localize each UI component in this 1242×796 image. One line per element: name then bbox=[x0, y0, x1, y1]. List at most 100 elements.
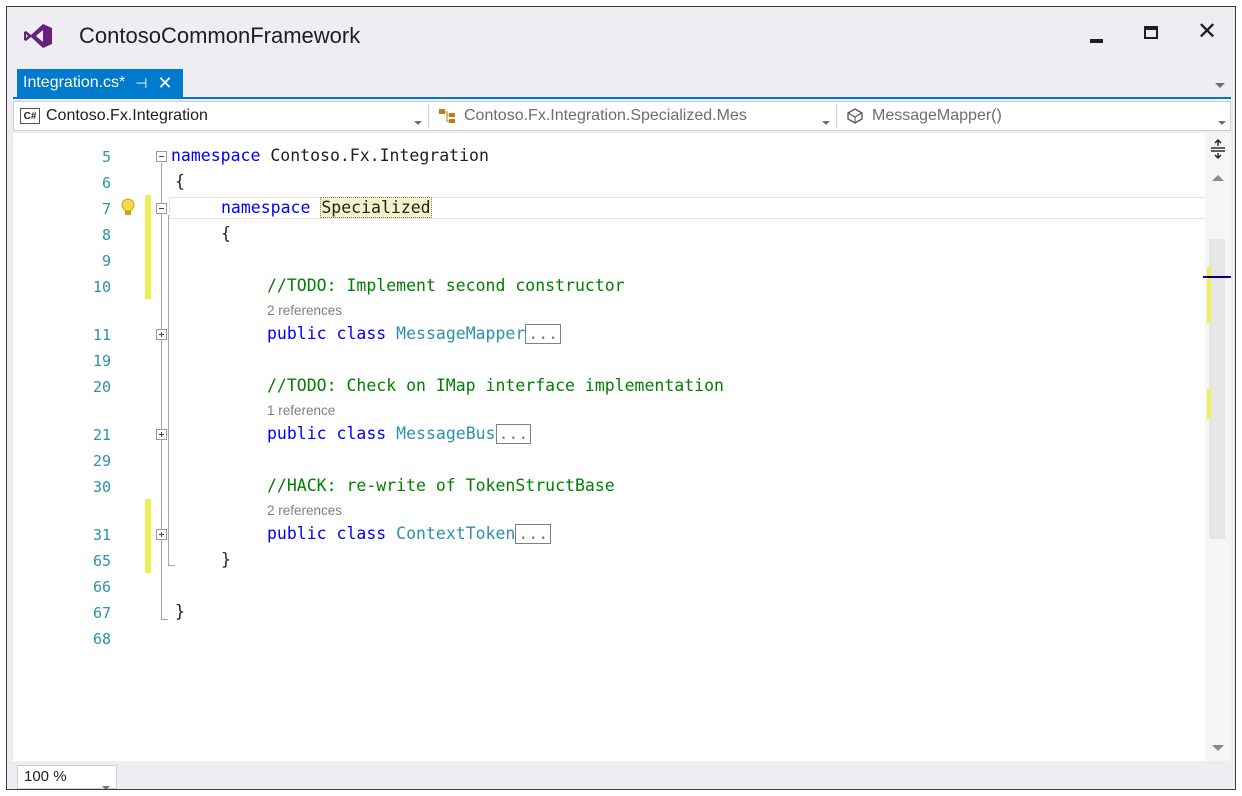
zoom-value: 100 % bbox=[24, 768, 67, 785]
code-keyword: namespace bbox=[171, 146, 261, 165]
code-line-6: { bbox=[175, 172, 185, 191]
fold-guide-end bbox=[161, 619, 168, 620]
code-line-67: } bbox=[175, 602, 185, 621]
line-number: 10 bbox=[92, 278, 111, 296]
nav-divider bbox=[428, 104, 429, 128]
visual-studio-logo-icon bbox=[24, 24, 52, 48]
line-number: 31 bbox=[92, 526, 111, 544]
split-window-icon[interactable] bbox=[1210, 139, 1226, 159]
ide-window: ContosoCommonFramework ✕ Integration.cs*… bbox=[6, 6, 1236, 790]
scrollbar-change-marker bbox=[1207, 389, 1211, 419]
code-line-7: namespace Specialized bbox=[221, 197, 432, 218]
tab-label: Integration.cs* bbox=[23, 74, 126, 91]
code-editor[interactable]: 5 6 7 8 9 10 11 19 20 21 29 30 31 65 66 … bbox=[13, 133, 1231, 761]
window-title: ContosoCommonFramework bbox=[79, 23, 361, 48]
change-marker bbox=[145, 499, 151, 573]
tab-integration-cs[interactable]: Integration.cs* ⊣ ✕ bbox=[17, 69, 183, 97]
collapsed-region[interactable]: ... bbox=[515, 524, 552, 544]
change-marker bbox=[145, 195, 151, 299]
line-number: 20 bbox=[92, 378, 111, 396]
tab-close-icon[interactable]: ✕ bbox=[157, 74, 172, 92]
scroll-up-icon[interactable] bbox=[1212, 175, 1224, 181]
expand-toggle[interactable] bbox=[156, 529, 167, 540]
line-number: 65 bbox=[92, 552, 111, 570]
project-label: Contoso.Fx.Integration bbox=[46, 107, 208, 124]
line-number: 29 bbox=[92, 452, 111, 470]
minimize-button[interactable] bbox=[1077, 17, 1117, 51]
maximize-icon bbox=[1144, 26, 1158, 39]
nav-divider bbox=[836, 104, 837, 128]
fold-guide-end bbox=[168, 565, 175, 566]
line-number: 9 bbox=[101, 252, 111, 270]
vertical-scrollbar[interactable] bbox=[1203, 133, 1231, 761]
tab-overflow-dropdown-icon[interactable] bbox=[1213, 77, 1227, 91]
scrollbar-thumb[interactable] bbox=[1209, 239, 1225, 539]
chevron-down-icon bbox=[1218, 112, 1226, 130]
close-button[interactable]: ✕ bbox=[1187, 17, 1227, 51]
navigation-bar: C# Contoso.Fx.Integration Contoso.Fx.Int… bbox=[13, 101, 1231, 131]
chevron-down-icon bbox=[414, 112, 422, 130]
line-number: 19 bbox=[92, 352, 111, 370]
method-icon bbox=[847, 108, 863, 124]
code-line-31: public class ContextToken... bbox=[267, 524, 552, 544]
maximize-button[interactable] bbox=[1131, 17, 1171, 51]
pin-icon[interactable]: ⊣ bbox=[135, 69, 147, 97]
code-identifier: Contoso.Fx.Integration bbox=[260, 146, 489, 165]
code-line-5: namespace Contoso.Fx.Integration bbox=[171, 146, 489, 165]
todo-comment: //TODO: Check on IMap interface implemen… bbox=[267, 376, 724, 395]
minimize-icon bbox=[1090, 39, 1103, 43]
todo-comment: //TODO: Implement second constructor bbox=[267, 276, 625, 295]
project-dropdown[interactable]: C# Contoso.Fx.Integration bbox=[14, 102, 426, 130]
member-label: MessageMapper() bbox=[872, 107, 1002, 124]
code-line-21: public class MessageBus... bbox=[267, 424, 532, 444]
code-line-11: public class MessageMapper... bbox=[267, 324, 562, 344]
code-keyword: public class bbox=[267, 324, 387, 343]
line-number: 30 bbox=[92, 478, 111, 496]
type-dropdown[interactable]: Contoso.Fx.Integration.Specialized.Mes bbox=[434, 102, 834, 130]
code-keyword: public class bbox=[267, 524, 387, 543]
hack-comment: //HACK: re-write of TokenStructBase bbox=[267, 476, 615, 495]
close-icon: ✕ bbox=[1196, 18, 1218, 45]
code-line-65: } bbox=[221, 550, 231, 569]
class-name: ContextToken bbox=[396, 524, 516, 543]
code-keyword: public class bbox=[267, 424, 387, 443]
line-number: 7 bbox=[101, 200, 111, 218]
scrollbar-caret-marker bbox=[1203, 276, 1231, 278]
csharp-project-icon: C# bbox=[20, 108, 40, 124]
lightbulb-icon[interactable] bbox=[119, 198, 137, 218]
chevron-down-icon bbox=[102, 775, 110, 789]
collapse-toggle[interactable] bbox=[156, 151, 167, 162]
line-number: 11 bbox=[92, 326, 111, 344]
collapse-toggle[interactable] bbox=[156, 203, 167, 214]
tab-underline bbox=[13, 97, 1231, 99]
zoom-dropdown[interactable]: 100 % bbox=[17, 765, 117, 789]
collapsed-region[interactable]: ... bbox=[495, 424, 532, 444]
line-number: 6 bbox=[101, 174, 111, 192]
line-number: 5 bbox=[101, 148, 111, 166]
expand-toggle[interactable] bbox=[156, 329, 167, 340]
line-number: 8 bbox=[101, 226, 111, 244]
code-lens-references[interactable]: 2 references bbox=[267, 303, 342, 318]
line-number: 67 bbox=[92, 604, 111, 622]
code-keyword: namespace bbox=[221, 198, 311, 217]
fold-guide bbox=[168, 215, 169, 565]
code-lens-references[interactable]: 2 references bbox=[267, 503, 342, 518]
class-icon bbox=[439, 109, 455, 123]
class-name: MessageMapper bbox=[396, 324, 526, 343]
code-lens-references[interactable]: 1 reference bbox=[267, 403, 335, 418]
code-line-8: { bbox=[221, 224, 231, 243]
scroll-down-icon[interactable] bbox=[1212, 745, 1224, 751]
document-tab-strip: Integration.cs* ⊣ ✕ bbox=[7, 65, 1235, 97]
line-number: 68 bbox=[92, 630, 111, 648]
expand-toggle[interactable] bbox=[156, 429, 167, 440]
line-number: 21 bbox=[92, 426, 111, 444]
highlighted-identifier: Specialized bbox=[320, 197, 432, 218]
fold-guide bbox=[161, 163, 162, 619]
collapsed-region[interactable]: ... bbox=[525, 324, 562, 344]
chevron-down-icon bbox=[822, 112, 830, 130]
title-bar: ContosoCommonFramework ✕ bbox=[7, 7, 1235, 63]
class-name: MessageBus bbox=[396, 424, 496, 443]
member-dropdown[interactable]: MessageMapper() bbox=[842, 102, 1230, 130]
line-number: 66 bbox=[92, 578, 111, 596]
type-label: Contoso.Fx.Integration.Specialized.Mes bbox=[464, 107, 747, 124]
